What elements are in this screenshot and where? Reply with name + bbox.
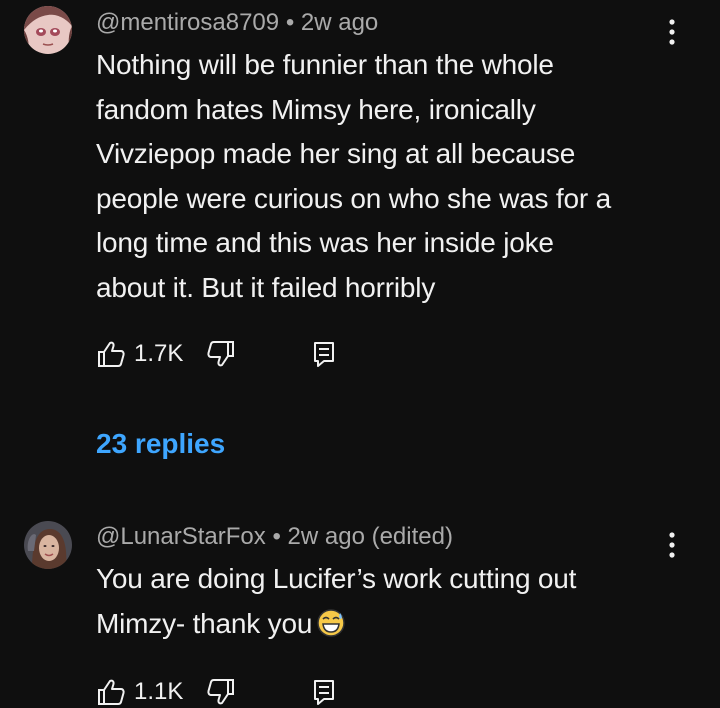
comment-author-handle[interactable]: @mentirosa8709 xyxy=(96,9,279,36)
avatar[interactable] xyxy=(24,521,72,569)
comment-author-handle[interactable]: @LunarStarFox xyxy=(96,523,266,550)
meta-separator: • xyxy=(272,523,281,550)
dislike-button[interactable] xyxy=(206,676,236,708)
comment-text-line: long time and this was her inside joke xyxy=(96,227,554,258)
dislike-button[interactable] xyxy=(206,338,236,370)
comment-text-line: about it. But it failed horribly xyxy=(96,271,436,303)
comment-text-line: fandom hates Mimsy here, ironically xyxy=(96,93,536,125)
view-replies-link[interactable]: 23 replies xyxy=(96,427,225,461)
meta-separator: • xyxy=(285,9,295,36)
grinning-sweat-emoji xyxy=(317,608,345,637)
comment-text-line-with-emoji: Mimzy- thank you xyxy=(96,602,676,647)
comment-timestamp[interactable]: 2w ago xyxy=(301,9,378,36)
comment-text: You are doing Lucifer’s work cutting out… xyxy=(96,557,676,646)
avatar[interactable] xyxy=(24,6,72,54)
comment-text-line: Vivziepop made her sing at all because xyxy=(96,138,576,169)
comment-timestamp[interactable]: 2w ago xyxy=(288,523,365,550)
edited-label: (edited) xyxy=(371,523,453,550)
reply-icon xyxy=(314,342,334,367)
like-button[interactable]: 1.7K xyxy=(96,338,183,370)
like-count: 1.7K xyxy=(134,340,184,367)
like-count: 1.1K xyxy=(134,678,184,705)
like-button[interactable]: 1.1K xyxy=(96,676,183,708)
thumbs-down-icon xyxy=(207,341,234,367)
comment-meta: @LunarStarFox • 2w ago (edited) xyxy=(96,522,453,552)
reply-button[interactable] xyxy=(312,338,336,370)
anime-avatar-image xyxy=(24,6,72,54)
comment-text: Nothing will be funnier than the whole f… xyxy=(96,43,676,310)
reply-button[interactable] xyxy=(312,676,336,708)
reply-icon xyxy=(314,680,334,705)
user-photo-avatar-image xyxy=(24,521,72,569)
comment-meta: @mentirosa8709 • 2w ago xyxy=(96,8,378,38)
comment-text-line: people were curious on who she was for a xyxy=(96,182,611,214)
comment-text-line: You are doing Lucifer’s work cutting out xyxy=(96,563,577,594)
comment-text-line: Nothing will be funnier than the whole xyxy=(96,49,554,80)
thumbs-up-icon xyxy=(98,341,125,367)
comment-text-line: Mimzy- thank you xyxy=(96,607,313,639)
